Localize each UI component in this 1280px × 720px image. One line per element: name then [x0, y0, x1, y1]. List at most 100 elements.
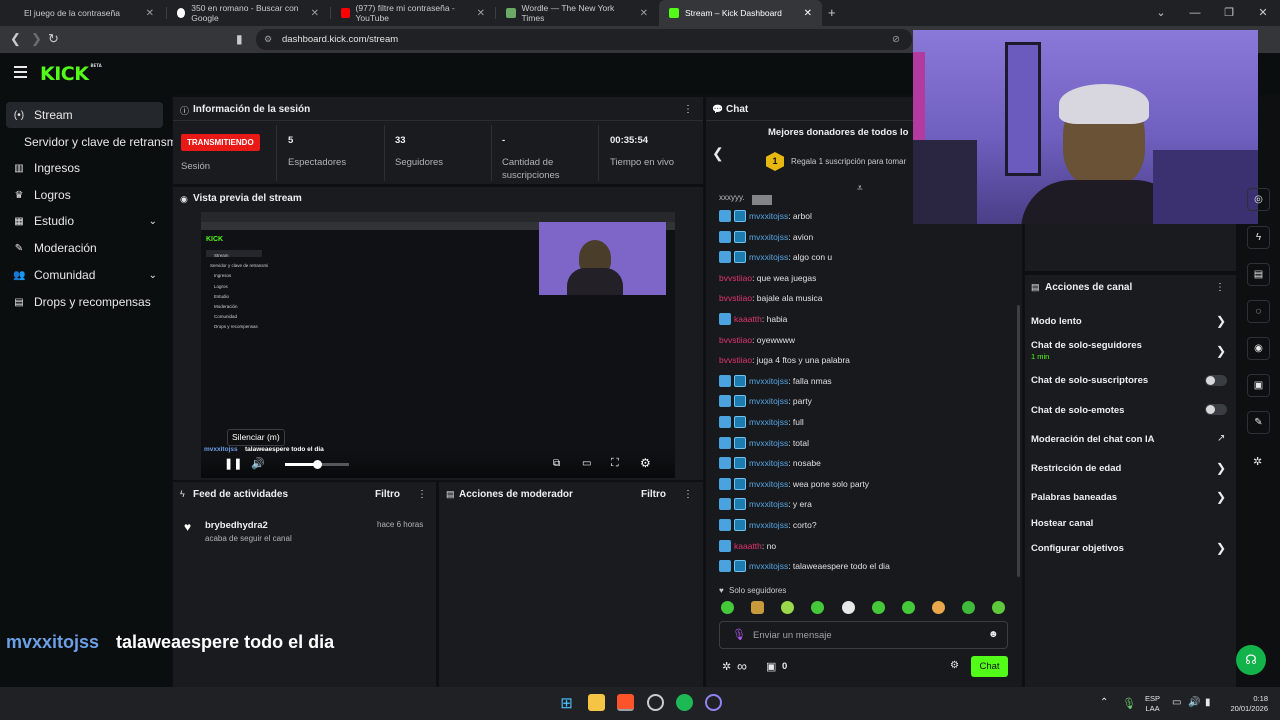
close-icon[interactable]: ✕ — [1246, 0, 1280, 26]
chat-username[interactable]: mvxxitojss — [749, 561, 788, 571]
chevron-left-icon[interactable]: ❮ — [712, 145, 724, 162]
chevron-down-icon[interactable]: ⌄ — [1144, 0, 1178, 26]
chat-username[interactable]: mvxxitojss — [749, 499, 788, 509]
theater-icon[interactable]: ▭ — [582, 458, 591, 469]
more-icon[interactable]: ⋮ — [417, 489, 427, 500]
microphone-icon[interactable]: 🎙 — [732, 628, 746, 641]
more-icon[interactable]: ⋮ — [1215, 282, 1225, 293]
chat-username[interactable]: bvvstiiao — [719, 273, 752, 283]
chat-username[interactable]: mvxxitojss — [749, 458, 788, 468]
chat-username[interactable]: mvxxitojss — [749, 520, 788, 530]
chat-username[interactable]: bvvstiiao — [719, 355, 752, 365]
chevron-up-icon[interactable]: ⌃ — [1100, 697, 1108, 708]
sidebar-item-drops[interactable]: ▤ Drops y recompensas — [6, 289, 163, 315]
host-channel-row[interactable]: Hostear canal — [1031, 518, 1093, 529]
help-icon[interactable]: ☊ — [1236, 645, 1266, 675]
send-chat-button[interactable]: Chat — [971, 656, 1008, 677]
sidebar-item-logros[interactable]: ♛ Logros — [6, 182, 163, 208]
chat-username[interactable]: mvxxitojss — [749, 396, 788, 406]
browser-tab[interactable]: (977) filtre mi contraseña - YouTube ✕ — [331, 0, 495, 26]
windows-start-icon[interactable]: ⊞ — [558, 694, 575, 712]
emote-icon[interactable] — [811, 601, 824, 614]
subs-only-toggle[interactable] — [1205, 375, 1227, 386]
volume-slider[interactable] — [285, 460, 349, 469]
address-bar[interactable]: ⚙ dashboard.kick.com/stream ⊘ — [256, 29, 912, 50]
chevron-right-icon[interactable]: ❯ — [1216, 461, 1226, 475]
chevron-down-icon[interactable]: ⌄ — [149, 270, 157, 281]
emoji-icon[interactable]: ☻ — [988, 629, 999, 640]
rail-sparkle-icon[interactable]: ✲ — [1253, 455, 1262, 468]
volume-knob[interactable] — [313, 460, 322, 469]
rail-broadcast-icon[interactable]: ◉ — [1247, 337, 1270, 360]
rail-bolt-icon[interactable]: ϟ — [1247, 226, 1270, 249]
close-icon[interactable]: ✕ — [804, 8, 812, 19]
microphone-icon[interactable]: 🎙 — [1122, 697, 1136, 710]
emote-icon[interactable] — [962, 601, 975, 614]
speaker-icon[interactable]: 🔊 — [1188, 697, 1200, 708]
chat-username[interactable]: mvxxitojss — [749, 376, 788, 386]
sidebar-item-moderacion[interactable]: ✎ Moderación — [6, 235, 163, 261]
rail-target-icon[interactable]: ◎ — [1247, 188, 1270, 211]
browser-tab[interactable]: Wordle — The New York Times ✕ — [496, 0, 658, 26]
close-icon[interactable]: ✕ — [146, 8, 154, 19]
filter-icon[interactable]: ⩡ — [857, 183, 863, 194]
slow-mode-row[interactable]: Modo lento — [1031, 316, 1082, 327]
chat-username[interactable]: mvxxitojss — [749, 479, 788, 489]
rail-document-icon[interactable]: ▤ — [1247, 263, 1270, 286]
chat-username[interactable]: mvxxitojss — [749, 232, 788, 242]
followers-only-row[interactable]: Chat de solo-seguidores — [1031, 340, 1142, 351]
emote-icon[interactable] — [751, 601, 764, 614]
close-icon[interactable]: ✕ — [311, 8, 319, 19]
sidebar-item-comunidad[interactable]: 👥 Comunidad ⌄ — [6, 262, 163, 288]
mod-filter-button[interactable]: Filtro — [641, 489, 666, 500]
infinity-icon[interactable]: ∞ — [737, 658, 747, 674]
rail-wrench-icon[interactable]: ✎ — [1247, 411, 1270, 434]
sidebar-item-stream[interactable]: (•) Stream — [6, 102, 163, 128]
chevron-right-icon[interactable]: ❯ — [1216, 344, 1226, 358]
kick-logo[interactable]: KICK BETA — [40, 63, 102, 85]
close-icon[interactable]: ✕ — [477, 8, 485, 19]
sidebar-item-estudio[interactable]: ▦ Estudio ⌄ — [6, 208, 163, 234]
settings-icon[interactable]: ⚙ — [640, 456, 651, 470]
eye-off-icon[interactable]: ⊘ — [892, 29, 900, 50]
emote-icon[interactable] — [872, 601, 885, 614]
language-indicator[interactable]: ESP LAA — [1145, 694, 1160, 714]
chat-username[interactable]: bvvstiiao — [719, 335, 752, 345]
clock[interactable]: 0:18 20/01/2026 — [1228, 694, 1268, 714]
external-link-icon[interactable]: ↗ — [1217, 433, 1225, 444]
activity-user[interactable]: brybedhydra2 — [205, 520, 268, 531]
emote-icon[interactable] — [932, 601, 945, 614]
rail-chat-icon[interactable]: ◌ — [1247, 300, 1270, 323]
emote-icon[interactable] — [721, 601, 734, 614]
back-icon[interactable]: ❮ — [10, 31, 21, 47]
emote-icon[interactable] — [992, 601, 1005, 614]
chevron-right-icon[interactable]: ❯ — [1216, 314, 1226, 328]
chat-username[interactable]: mvxxitojss — [749, 417, 788, 427]
emote-icon[interactable] — [902, 601, 915, 614]
chat-scrollbar[interactable] — [1017, 305, 1020, 577]
age-restriction-row[interactable]: Restricción de edad — [1031, 463, 1121, 474]
store-icon[interactable]: ▣ — [766, 660, 776, 673]
browser-tab[interactable]: 350 en romano - Buscar con Google ✕ — [167, 0, 329, 26]
sidebar-item-ingresos[interactable]: ▥ Ingresos — [6, 155, 163, 181]
chat-username[interactable]: kaaatth — [734, 541, 762, 551]
chevron-down-icon[interactable]: ⌄ — [149, 216, 157, 227]
chat-username[interactable]: kaaatth — [734, 314, 762, 324]
new-tab-button[interactable]: + — [828, 5, 836, 20]
battery-icon[interactable]: ▮ — [1205, 697, 1211, 708]
goals-row[interactable]: Configurar objetivos — [1031, 543, 1124, 554]
monitor-icon[interactable]: ▭ — [1172, 697, 1181, 708]
file-explorer-icon[interactable] — [588, 694, 605, 711]
obs-icon[interactable] — [647, 694, 664, 711]
app-icon[interactable] — [705, 694, 722, 711]
close-icon[interactable]: ✕ — [640, 8, 648, 19]
chat-username[interactable]: mvxxitojss — [749, 211, 788, 221]
chevron-right-icon[interactable]: ❯ — [1216, 541, 1226, 555]
sparkle-icon[interactable]: ✲ — [722, 660, 731, 673]
maximize-icon[interactable]: ❐ — [1212, 0, 1246, 26]
chat-username[interactable]: bvvstiiao — [719, 293, 752, 303]
site-info-icon[interactable]: ⚙ — [264, 29, 272, 50]
spotify-icon[interactable] — [676, 694, 693, 711]
chat-input[interactable]: 🎙 Enviar un mensaje ☻ — [719, 621, 1008, 649]
pause-icon[interactable]: ❚❚ — [224, 457, 242, 470]
